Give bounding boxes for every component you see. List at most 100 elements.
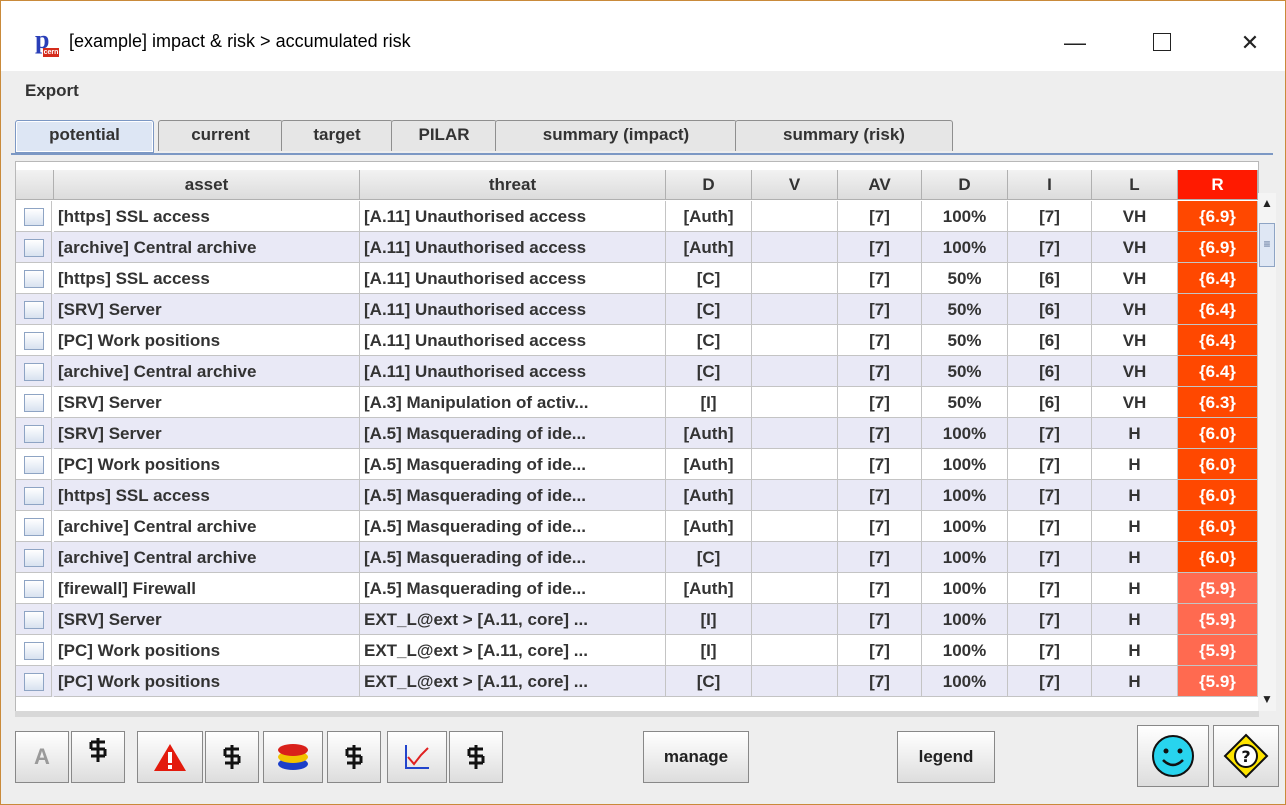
tab-summary-impact[interactable]: summary (impact) (495, 120, 737, 151)
tab-current[interactable]: current (158, 120, 283, 151)
table-row[interactable]: [SRV] Server EXT_L@ext > [A.11, core] ...… (16, 604, 1258, 635)
cell-r: {5.9} (1178, 635, 1258, 666)
cell-threat: EXT_L@ext > [A.11, core] ... (360, 666, 666, 697)
table-row[interactable]: [SRV] Server [A.11] Unauthorised access [C… (16, 294, 1258, 325)
row-checkbox[interactable] (24, 673, 44, 691)
filter-options-button-2[interactable] (205, 731, 259, 783)
cell-v (752, 635, 838, 666)
column-header-l[interactable]: L (1092, 170, 1178, 200)
filter-options-button-3[interactable] (327, 731, 381, 783)
menu-export[interactable]: Export (25, 81, 79, 101)
horizontal-scrollbar[interactable] (15, 711, 1259, 717)
row-selector[interactable] (16, 325, 52, 356)
cell-av: [7] (838, 666, 922, 697)
table-row[interactable]: [archive] Central archive [A.11] Unauthor… (16, 356, 1258, 387)
row-checkbox[interactable] (24, 363, 44, 381)
table-row[interactable]: [SRV] Server [A.3] Manipulation of activ.… (16, 387, 1258, 418)
row-checkbox[interactable] (24, 611, 44, 629)
row-selector[interactable] (16, 418, 52, 449)
vertical-scrollbar[interactable]: ▲ ≡ ▼ (1258, 193, 1276, 711)
cell-v (752, 263, 838, 294)
row-selector[interactable] (16, 201, 52, 232)
table-row[interactable]: [firewall] Firewall [A.5] Masquerading of… (16, 573, 1258, 604)
row-checkbox[interactable] (24, 239, 44, 257)
cell-asset: [SRV] Server (54, 387, 360, 418)
column-header-r[interactable]: R (1178, 170, 1258, 200)
cell-d2: 50% (922, 294, 1008, 325)
table-row[interactable]: [https] SSL access [A.11] Unauthorised ac… (16, 201, 1258, 232)
warning-filter-button[interactable] (137, 731, 203, 783)
row-checkbox[interactable] (24, 456, 44, 474)
filter-options-button-4[interactable] (449, 731, 503, 783)
row-checkbox[interactable] (24, 642, 44, 660)
row-checkbox[interactable] (24, 332, 44, 350)
row-checkbox[interactable] (24, 549, 44, 567)
cell-r: {6.0} (1178, 418, 1258, 449)
row-selector[interactable] (16, 263, 52, 294)
row-selector[interactable] (16, 449, 52, 480)
table-row[interactable]: [https] SSL access [A.5] Masquerading of … (16, 480, 1258, 511)
row-selector[interactable] (16, 511, 52, 542)
cell-v (752, 201, 838, 232)
table-row[interactable]: [SRV] Server [A.5] Masquerading of ide...… (16, 418, 1258, 449)
row-checkbox[interactable] (24, 208, 44, 226)
tab-pilar[interactable]: PILAR (391, 120, 497, 151)
row-selector[interactable] (16, 666, 52, 697)
cell-threat: EXT_L@ext > [A.11, core] ... (360, 635, 666, 666)
tab-summary-risk[interactable]: summary (risk) (735, 120, 953, 151)
table-row[interactable]: [PC] Work positions EXT_L@ext > [A.11, co… (16, 635, 1258, 666)
row-selector[interactable] (16, 387, 52, 418)
table-row[interactable]: [PC] Work positions [A.5] Masquerading of… (16, 449, 1258, 480)
table-row[interactable]: [https] SSL access [A.11] Unauthorised ac… (16, 263, 1258, 294)
cell-d2: 100% (922, 418, 1008, 449)
row-checkbox[interactable] (24, 425, 44, 443)
table-row[interactable]: [archive] Central archive [A.5] Masquerad… (16, 542, 1258, 573)
legend-button[interactable]: legend (897, 731, 995, 783)
column-header-v[interactable]: V (752, 170, 838, 200)
close-button[interactable]: ✕ (1227, 21, 1273, 65)
cell-d: [Auth] (666, 201, 752, 232)
row-selector[interactable] (16, 542, 52, 573)
scroll-down-icon[interactable]: ▼ (1258, 689, 1276, 709)
table-row[interactable]: [PC] Work positions [A.11] Unauthorised a… (16, 325, 1258, 356)
column-header-av[interactable]: AV (838, 170, 922, 200)
manage-button[interactable]: manage (643, 731, 749, 783)
table-row[interactable]: [archive] Central archive [A.11] Unauthor… (16, 232, 1258, 263)
cell-r: {6.0} (1178, 511, 1258, 542)
row-selector[interactable] (16, 604, 52, 635)
row-selector[interactable] (16, 480, 52, 511)
chart-button[interactable] (387, 731, 447, 783)
cell-threat: [A.11] Unauthorised access (360, 294, 666, 325)
tab-target[interactable]: target (281, 120, 393, 151)
table-row[interactable]: [PC] Work positions EXT_L@ext > [A.11, co… (16, 666, 1258, 697)
text-filter-button[interactable]: A (15, 731, 69, 783)
layers-filter-button[interactable] (263, 731, 323, 783)
help-button[interactable]: ? (1213, 725, 1279, 787)
row-checkbox[interactable] (24, 580, 44, 598)
filter-options-button-1[interactable] (71, 731, 125, 783)
scroll-up-icon[interactable]: ▲ (1258, 193, 1276, 213)
cell-l: H (1092, 480, 1178, 511)
status-smiley-button[interactable] (1137, 725, 1209, 787)
row-selector[interactable] (16, 356, 52, 387)
table-row[interactable]: [archive] Central archive [A.5] Masquerad… (16, 511, 1258, 542)
tab-potential[interactable]: potential (15, 120, 154, 153)
row-checkbox[interactable] (24, 270, 44, 288)
row-checkbox[interactable] (24, 487, 44, 505)
row-checkbox[interactable] (24, 301, 44, 319)
column-header-d[interactable]: D (666, 170, 752, 200)
column-header-d2[interactable]: D (922, 170, 1008, 200)
cell-av: [7] (838, 418, 922, 449)
scroll-thumb[interactable]: ≡ (1259, 223, 1275, 267)
maximize-button[interactable] (1139, 21, 1185, 65)
row-selector[interactable] (16, 232, 52, 263)
row-checkbox[interactable] (24, 394, 44, 412)
column-header-i[interactable]: I (1008, 170, 1092, 200)
row-selector[interactable] (16, 635, 52, 666)
column-header-threat[interactable]: threat (360, 170, 666, 200)
column-header-asset[interactable]: asset (54, 170, 360, 200)
row-selector[interactable] (16, 573, 52, 604)
row-selector[interactable] (16, 294, 52, 325)
row-checkbox[interactable] (24, 518, 44, 536)
minimize-button[interactable]: — (1052, 21, 1098, 65)
